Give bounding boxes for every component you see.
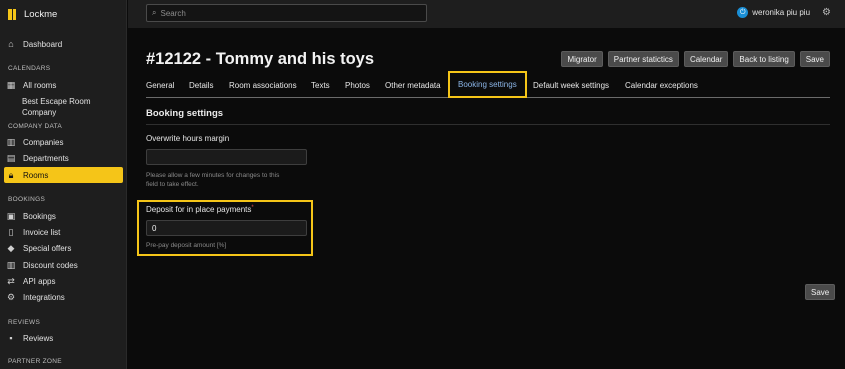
save-button-bottom[interactable]: Save bbox=[805, 284, 836, 300]
sidebar-item-label: Departments bbox=[23, 153, 69, 163]
sidebar: Lockme ⌂ Dashboard CALENDARS ▦ All rooms… bbox=[0, 0, 127, 369]
sidebar-item-label: Reviews bbox=[23, 333, 54, 343]
partner-statistics-button[interactable]: Partner statictics bbox=[607, 51, 679, 67]
sidebar-item-label: Integrations bbox=[23, 292, 65, 302]
tab-calendar-exceptions[interactable]: Calendar exceptions bbox=[625, 72, 698, 98]
page-title: #12122 - Tommy and his toys bbox=[146, 50, 375, 68]
section-partner-zone: PARTNER ZONE bbox=[8, 358, 62, 365]
sidebar-item-invoice-list[interactable]: ▯ Invoice list bbox=[4, 224, 123, 240]
book-icon: ▣ bbox=[6, 210, 16, 221]
section-title: Booking settings bbox=[146, 108, 224, 119]
overwrite-hours-field[interactable] bbox=[146, 149, 307, 165]
section-divider bbox=[146, 124, 830, 125]
sidebar-item-integrations[interactable]: ⚙ Integrations bbox=[4, 289, 123, 305]
sidebar-item-label: Companies bbox=[23, 137, 64, 147]
topbar: ⌕ Search ⏻ weronika piu piu ⚙ bbox=[128, 0, 845, 28]
sidebar-item-reviews[interactable]: ▪ Reviews bbox=[4, 330, 123, 346]
section-reviews: REVIEWS bbox=[8, 319, 41, 326]
user-avatar-icon: ⏻ bbox=[737, 7, 749, 18]
tab-booking-settings[interactable]: Booking settings bbox=[448, 71, 527, 98]
sidebar-item-special-offers[interactable]: ◆ Special offers bbox=[4, 240, 123, 256]
sidebar-item-label: API apps bbox=[23, 276, 56, 286]
sidebar-item-bookings[interactable]: ▣ Bookings bbox=[4, 208, 123, 224]
header-actions: Migrator Partner statictics Calendar Bac… bbox=[561, 51, 830, 67]
sidebar-item-label: Rooms bbox=[23, 170, 49, 180]
comment-icon: ▪ bbox=[9, 332, 13, 343]
search-icon: ⌕ bbox=[152, 8, 157, 17]
sidebar-item-departments[interactable]: ▤ Departments bbox=[4, 150, 123, 166]
gear-icon[interactable]: ⚙ bbox=[822, 7, 831, 18]
tab-default-week-settings[interactable]: Default week settings bbox=[533, 72, 609, 98]
migrator-button[interactable]: Migrator bbox=[561, 51, 603, 67]
sidebar-item-api-apps[interactable]: ⇄ API apps bbox=[4, 273, 123, 289]
help-line: field to take effect. bbox=[146, 181, 199, 188]
search-input[interactable]: Search bbox=[160, 9, 185, 18]
sidebar-item-all-rooms[interactable]: ▦ All rooms bbox=[4, 77, 123, 93]
sidebar-item-label: Bookings bbox=[23, 211, 56, 221]
sidebar-item-label: Dashboard bbox=[23, 39, 63, 49]
sidebar-item-rooms[interactable]: 🔒︎ Rooms bbox=[4, 167, 123, 183]
sidebar-item-label: Company bbox=[22, 108, 57, 117]
tab-photos[interactable]: Photos bbox=[345, 72, 370, 98]
lock-icon: 🔒︎ bbox=[8, 169, 14, 180]
section-bookings: BOOKINGS bbox=[8, 196, 46, 203]
tab-details[interactable]: Details bbox=[189, 72, 213, 98]
exchange-icon: ⇄ bbox=[7, 275, 15, 286]
brand-name: Lockme bbox=[24, 8, 58, 20]
save-button[interactable]: Save bbox=[799, 51, 830, 67]
sidebar-item-company-calendar[interactable]: Best Escape Room Company bbox=[22, 96, 90, 118]
plug-icon: ⚙ bbox=[6, 291, 16, 302]
main-content: #12122 - Tommy and his toys Migrator Par… bbox=[128, 28, 845, 369]
deposit-highlight bbox=[137, 200, 313, 256]
user-name[interactable]: weronika piu piu bbox=[752, 8, 810, 17]
sidebar-item-label: Best Escape Room bbox=[22, 97, 91, 106]
section-company-data: COMPANY DATA bbox=[8, 123, 63, 130]
brand[interactable]: Lockme bbox=[0, 0, 126, 28]
tab-room-associations[interactable]: Room associations bbox=[229, 72, 297, 98]
section-calendars: CALENDARS bbox=[8, 65, 51, 72]
sidebar-item-companies[interactable]: ▥ Companies bbox=[4, 134, 123, 150]
sidebar-item-label: Invoice list bbox=[23, 227, 61, 237]
user-menu[interactable]: ⏻ weronika piu piu ⚙ bbox=[737, 7, 831, 18]
sidebar-item-label: Special offers bbox=[23, 243, 72, 253]
sidebar-item-label: Discount codes bbox=[23, 260, 78, 270]
calendar-button[interactable]: Calendar bbox=[683, 51, 729, 67]
calendar-icon: ▦ bbox=[6, 79, 16, 90]
building-icon: ▥ bbox=[6, 136, 16, 147]
home-icon: ⌂ bbox=[8, 38, 14, 49]
barcode-icon: ▥ bbox=[6, 259, 16, 270]
map-icon: ▤ bbox=[6, 152, 16, 163]
search-box[interactable]: ⌕ Search bbox=[146, 4, 427, 22]
help-line: Please allow a few minutes for changes t… bbox=[146, 172, 280, 179]
tab-general[interactable]: General bbox=[146, 72, 174, 98]
tab-bar: General Details Room associations Texts … bbox=[146, 71, 830, 98]
overwrite-hours-help: Please allow a few minutes for changes t… bbox=[146, 171, 316, 189]
back-to-listing-button[interactable]: Back to listing bbox=[733, 51, 795, 67]
tag-icon: ◆ bbox=[7, 242, 15, 253]
sidebar-item-discount-codes[interactable]: ▥ Discount codes bbox=[4, 257, 123, 273]
overwrite-hours-label: Overwrite hours margin bbox=[146, 134, 230, 143]
tab-texts[interactable]: Texts bbox=[311, 72, 330, 98]
file-icon: ▯ bbox=[8, 226, 14, 237]
sidebar-item-label: All rooms bbox=[23, 80, 57, 90]
tab-other-metadata[interactable]: Other metadata bbox=[385, 72, 441, 98]
sidebar-item-dashboard[interactable]: ⌂ Dashboard bbox=[4, 36, 123, 52]
lockme-logo-icon bbox=[8, 8, 16, 20]
